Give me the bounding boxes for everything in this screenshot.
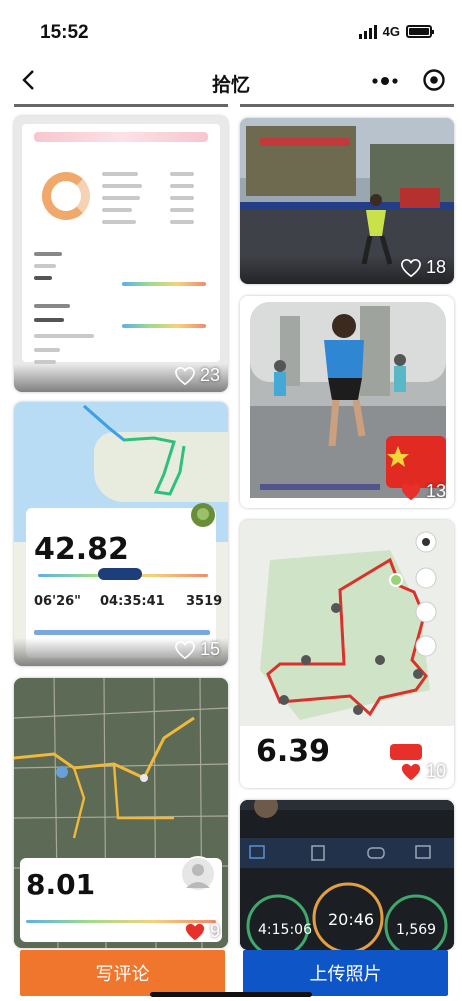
memory-card[interactable]: 4:15:06 20:46 1,569 [240, 800, 454, 950]
like-count: 23 [199, 365, 220, 385]
memory-card[interactable]: 23 [14, 116, 228, 392]
memory-card[interactable]: 6.39 10 [240, 520, 454, 788]
like-count: 9 [209, 921, 220, 941]
heart-outline-icon [175, 366, 195, 385]
upload-photo-button[interactable]: 上传照片 [243, 950, 448, 996]
like-badge[interactable]: 15 [174, 639, 220, 660]
memory-card[interactable]: 18 [240, 118, 454, 284]
column-divider [240, 104, 454, 107]
nav-bar: 拾忆 [0, 58, 462, 104]
watch-stats-image: 4:15:06 20:46 1,569 [240, 800, 454, 950]
feed-column-right: 18 13 6.39 10 4:15:06 20:46 1,569 [240, 104, 454, 950]
heart-filled-icon [401, 763, 421, 780]
like-count: 13 [425, 481, 446, 501]
home-indicator [150, 992, 312, 997]
like-badge[interactable]: 13 [400, 481, 446, 502]
status-indicators: 4G [358, 24, 434, 39]
distance-value: 8.01 [26, 868, 96, 901]
watch-time-b: 20:46 [328, 910, 375, 929]
race-photo [240, 296, 454, 508]
write-comment-button[interactable]: 写评论 [20, 950, 225, 996]
run-stat-panel [26, 508, 216, 658]
heart-outline-icon [401, 258, 421, 277]
status-bar: 15:52 4G [0, 0, 462, 58]
heart-outline-icon [175, 640, 195, 659]
more-icon[interactable] [370, 74, 400, 88]
pace-value: 06'26" [34, 594, 81, 609]
status-time: 15:52 [40, 22, 89, 43]
distance-value: 6.39 [256, 734, 331, 769]
like-badge[interactable]: 10 [400, 761, 446, 782]
memory-card[interactable]: 8.01 9 [14, 678, 228, 948]
feed-column-left: 23 42.82 06'26" 04:35:41 3519 15 8.01 9 [14, 104, 228, 949]
battery-icon [406, 25, 434, 38]
satellite-map-image: 8.01 [14, 678, 228, 948]
avatar [191, 503, 215, 527]
memory-card[interactable]: 42.82 06'26" 04:35:41 3519 15 [14, 402, 228, 666]
like-badge[interactable]: 9 [184, 921, 220, 942]
watch-time-a: 4:15:06 [258, 922, 312, 938]
signal-icon [358, 24, 377, 39]
stats-sheet-image [22, 124, 220, 364]
heart-filled-icon [185, 923, 205, 940]
duration-value: 04:35:41 [100, 594, 165, 609]
memory-card[interactable]: 13 [240, 296, 454, 508]
like-badge[interactable]: 18 [400, 257, 446, 278]
avatar [180, 856, 216, 892]
network-label: 4G [382, 24, 400, 39]
cadence-value: 3519 [186, 594, 223, 609]
distance-value: 42.82 [34, 532, 129, 567]
close-miniprogram-icon[interactable] [422, 68, 446, 92]
route-map-image: 6.39 [240, 520, 454, 788]
watch-count: 1,569 [396, 922, 437, 938]
like-count: 15 [199, 639, 220, 659]
heart-filled-icon [401, 483, 421, 500]
column-divider [14, 104, 228, 107]
route-map-image: 42.82 06'26" 04:35:41 3519 [14, 402, 228, 666]
like-count: 10 [425, 761, 446, 781]
like-badge[interactable]: 23 [174, 365, 220, 386]
like-count: 18 [425, 257, 446, 277]
